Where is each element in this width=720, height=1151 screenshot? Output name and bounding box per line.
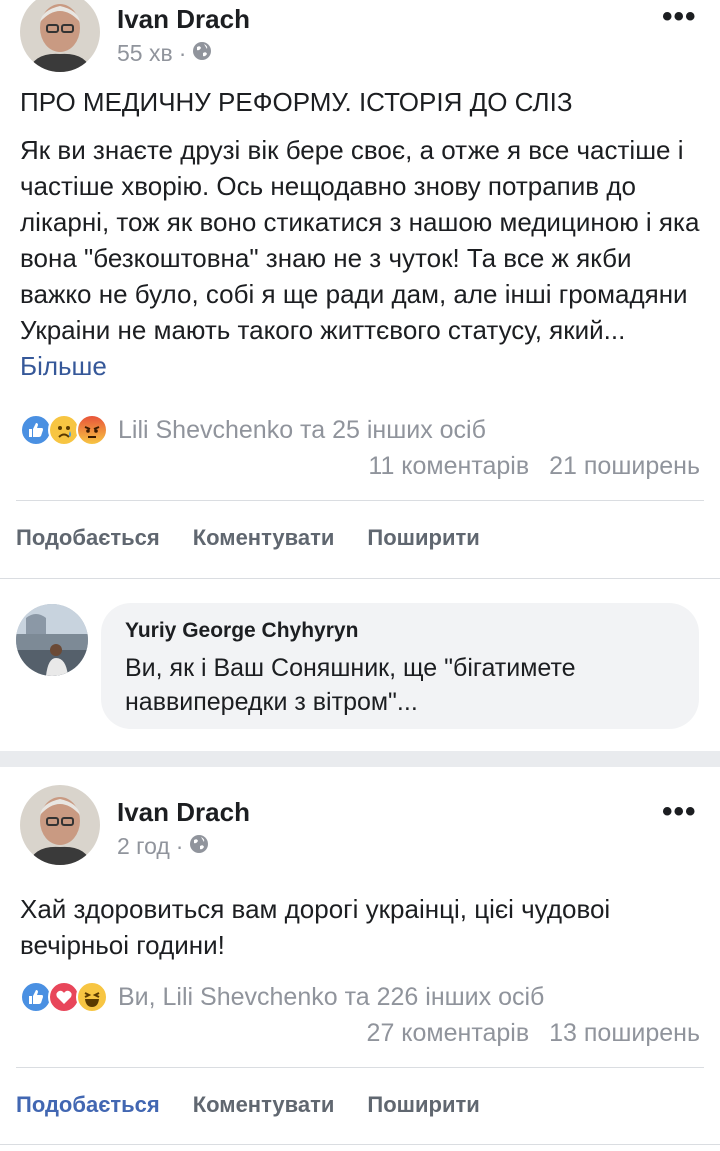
action-bar: Подобається Коментувати Поширити — [16, 1092, 480, 1118]
reactions-summary[interactable]: Lili Shevchenko та 25 інших осіб — [20, 414, 486, 446]
comment-count[interactable]: 27 коментарів — [367, 1019, 530, 1048]
feed-separator — [0, 751, 720, 767]
see-more-link[interactable]: Більше — [20, 351, 107, 381]
like-button[interactable]: Подобається — [16, 1092, 160, 1118]
reaction-names[interactable]: Lili Shevchenko та 25 інших осіб — [118, 416, 486, 445]
author-name[interactable]: Ivan Drach — [117, 797, 250, 828]
post-title: ПРО МЕДИЧНУ РЕФОРМУ. ІСТОРІЯ ДО СЛІЗ — [20, 87, 573, 117]
post-time[interactable]: 55 хв — [117, 40, 173, 67]
divider — [0, 578, 720, 579]
comment-button[interactable]: Коментувати — [193, 525, 335, 551]
post-meta: 2 год · — [117, 833, 209, 860]
share-button[interactable]: Поширити — [367, 1092, 479, 1118]
commenter-name[interactable]: Yuriy George Chyhyryn — [125, 619, 358, 643]
divider — [0, 1144, 720, 1145]
globe-icon — [192, 40, 212, 67]
share-count[interactable]: 13 поширень — [549, 1019, 700, 1048]
action-bar: Подобається Коментувати Поширити — [16, 525, 480, 551]
more-options-icon[interactable]: ••• — [662, 795, 697, 829]
divider — [16, 1067, 704, 1068]
author-name[interactable]: Ivan Drach — [117, 4, 250, 35]
post-body: Хай здоровиться вам дорогі украінці, ціє… — [20, 894, 611, 960]
comment-button[interactable]: Коментувати — [193, 1092, 335, 1118]
post-1: Ivan Drach 55 хв · ••• ПРО МЕДИЧНУ РЕФОР… — [0, 0, 720, 578]
meta-separator: · — [175, 833, 184, 859]
reactions-summary[interactable]: Ви, Lili Shevchenko та 226 інших осіб — [20, 981, 544, 1013]
engagement-counts: 11 коментарів 21 поширень — [368, 452, 700, 481]
comment-text: Ви, як і Ваш Соняшник, ще "бігатимете на… — [125, 654, 576, 716]
engagement-counts: 27 коментарів 13 поширень — [367, 1019, 700, 1048]
share-button[interactable]: Поширити — [367, 525, 479, 551]
like-button[interactable]: Подобається — [16, 525, 160, 551]
post-meta: 55 хв · — [117, 40, 212, 67]
author-avatar[interactable] — [20, 785, 100, 865]
post-time[interactable]: 2 год — [117, 833, 170, 860]
author-avatar[interactable] — [20, 0, 100, 72]
haha-icon — [76, 981, 108, 1013]
comment-bubble[interactable]: Yuriy George Chyhyryn Ви, як і Ваш Соняш… — [101, 603, 699, 729]
meta-separator: · — [178, 40, 187, 66]
divider — [16, 500, 704, 501]
angry-icon — [76, 414, 108, 446]
post-text: Хай здоровиться вам дорогі украінці, ціє… — [20, 891, 700, 963]
post-text: ПРО МЕДИЧНУ РЕФОРМУ. ІСТОРІЯ ДО СЛІЗ Як … — [20, 84, 700, 384]
share-count[interactable]: 21 поширень — [549, 452, 700, 481]
more-options-icon[interactable]: ••• — [662, 0, 697, 34]
comment-count[interactable]: 11 коментарів — [368, 452, 529, 481]
reaction-names[interactable]: Ви, Lili Shevchenko та 226 інших осіб — [118, 983, 544, 1012]
commenter-avatar[interactable] — [16, 604, 88, 676]
globe-icon — [189, 833, 209, 860]
post-body: Як ви знаєте друзі вік бере своє, а отже… — [20, 135, 700, 345]
post-2: Ivan Drach 2 год · ••• Хай здоровиться в… — [0, 767, 720, 1151]
